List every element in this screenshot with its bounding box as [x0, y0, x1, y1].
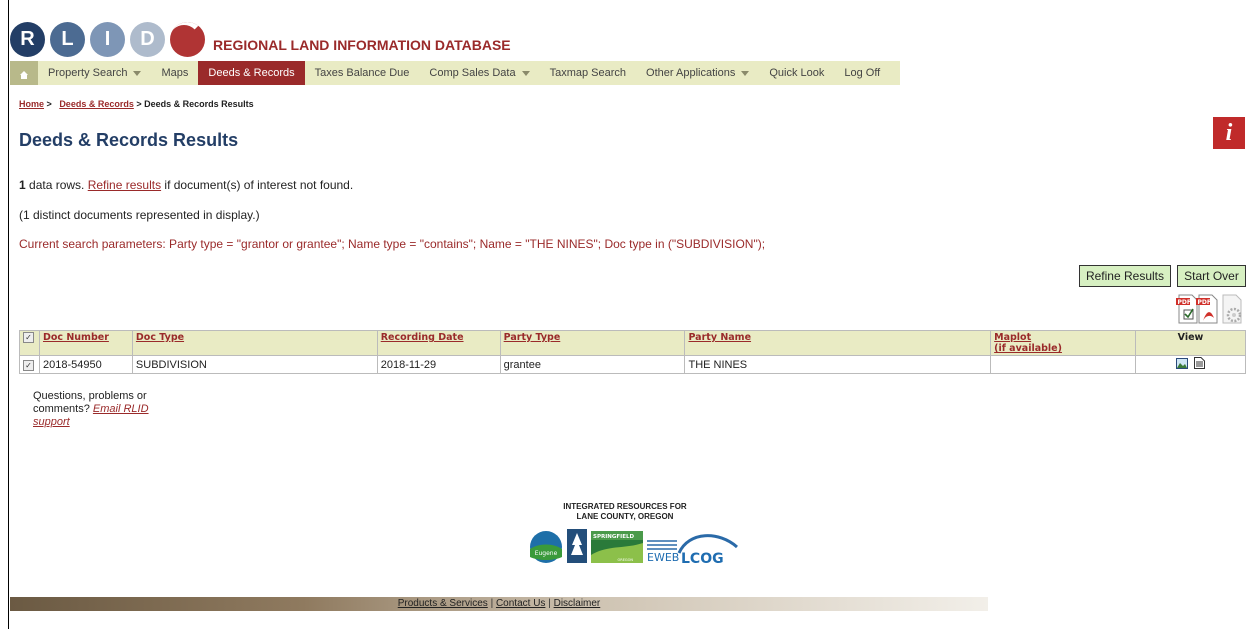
footer-org: INTEGRATED RESOURCES FOR LANE COUNTY, OR… [480, 502, 770, 522]
nav-taxmap-search[interactable]: Taxmap Search [540, 61, 636, 85]
refine-results-button[interactable]: Refine Results [1079, 265, 1171, 287]
nav-maps[interactable]: Maps [151, 61, 198, 85]
rows-summary: 1 data rows. Refine results if document(… [19, 178, 353, 192]
pdf-icon[interactable]: PDF [1196, 294, 1220, 324]
logo-swirl-icon [170, 22, 205, 57]
rows-suffix: if document(s) of interest not found. [161, 178, 354, 192]
main-nav: Property Search Maps Deeds & Records Tax… [10, 61, 900, 85]
nav-other-applications[interactable]: Other Applications [636, 61, 759, 85]
breadcrumb-deeds-link[interactable]: Deeds & Records [59, 99, 134, 109]
info-icon[interactable]: i [1213, 117, 1245, 149]
footer-link-disclaimer[interactable]: Disclaimer [554, 598, 601, 609]
column-header-view: View [1135, 330, 1246, 356]
footer-link-separator: | [548, 598, 551, 609]
refine-results-link[interactable]: Refine results [88, 178, 161, 192]
maplot-label: Maplot [994, 332, 1032, 343]
row-checkbox[interactable]: ✓ [19, 355, 40, 374]
logo-letter-r: R [10, 22, 45, 57]
breadcrumb-home-link[interactable]: Home [19, 99, 44, 109]
svg-text:Eugene: Eugene [535, 550, 558, 557]
column-header-maplot[interactable]: Maplot (if available) [990, 330, 1137, 356]
settings-gear-icon[interactable] [1220, 294, 1244, 324]
cell-maplot [990, 355, 1137, 374]
footer-links: Products & Services | Contact Us | Discl… [10, 597, 988, 611]
nav-label: Property Search [48, 67, 128, 79]
nav-label: Deeds & Records [208, 67, 295, 79]
chevron-down-icon [133, 70, 142, 76]
column-header-doc-number[interactable]: Doc Number [38, 330, 133, 356]
nav-taxes-balance-due[interactable]: Taxes Balance Due [305, 61, 420, 85]
view-document-icon[interactable] [1193, 357, 1205, 372]
cell-party-name: THE NINES [684, 355, 992, 374]
nav-comp-sales-data[interactable]: Comp Sales Data [419, 61, 539, 85]
svg-text:OREGON: OREGON [618, 558, 634, 562]
svg-text:EWEB: EWEB [647, 551, 679, 564]
svg-text:PDF: PDF [1178, 299, 1191, 306]
maplot-sublabel: (if available) [994, 343, 1062, 354]
nav-deeds-records[interactable]: Deeds & Records [198, 61, 305, 85]
column-header-doc-type[interactable]: Doc Type [131, 330, 378, 356]
logo-letter-d: D [130, 22, 165, 57]
partner-logos: Eugene SPRINGFIELD OREGON EWEB LCOG [529, 527, 739, 567]
springfield-logo[interactable]: SPRINGFIELD OREGON [591, 531, 643, 563]
nav-label: Taxmap Search [549, 67, 627, 79]
nav-label: Comp Sales Data [429, 67, 516, 79]
footer-link-products-services[interactable]: Products & Services [398, 598, 488, 609]
column-header-party-type[interactable]: Party Type [499, 330, 686, 356]
nav-property-search[interactable]: Property Search [38, 61, 151, 85]
view-image-icon[interactable] [1176, 357, 1189, 372]
start-over-button[interactable]: Start Over [1177, 265, 1246, 287]
breadcrumb-current: > Deeds & Records Results [136, 99, 254, 109]
cell-doc-number: 2018-54950 [38, 355, 133, 374]
site-title: REGIONAL LAND INFORMATION DATABASE [213, 37, 511, 53]
select-all-checkbox[interactable]: ✓ [19, 330, 40, 356]
svg-text:SPRINGFIELD: SPRINGFIELD [593, 534, 634, 540]
nav-label: Quick Look [769, 67, 825, 79]
column-header-recording-date[interactable]: Recording Date [376, 330, 501, 356]
breadcrumb-separator: > [46, 99, 52, 109]
table-row: ✓ 2018-54950 SUBDIVISION 2018-11-29 gran… [19, 355, 1246, 374]
support-note: Questions, problems or comments? Email R… [33, 390, 183, 429]
nav-label: Maps [161, 67, 189, 79]
cell-recording-date: 2018-11-29 [376, 355, 501, 374]
svg-text:LCOG: LCOG [681, 551, 724, 567]
nav-log-off[interactable]: Log Off [834, 61, 890, 85]
cell-party-type: grantee [499, 355, 686, 374]
distinct-summary: (1 distinct documents represented in dis… [19, 208, 260, 222]
rows-count: 1 [19, 178, 26, 192]
nav-home[interactable] [10, 61, 38, 85]
breadcrumb: Home > Deeds & Records > Deeds & Records… [19, 99, 254, 109]
nav-quick-look[interactable]: Quick Look [759, 61, 834, 85]
site-header: R L I D REGIONAL LAND INFORMATION DATABA… [10, 22, 511, 58]
rows-text: data rows. [25, 178, 88, 192]
logo-letter-l: L [50, 22, 85, 57]
lcog-logo[interactable]: LCOG [677, 534, 738, 567]
search-parameters: Current search parameters: Party type = … [19, 237, 766, 251]
cell-doc-type: SUBDIVISION [131, 355, 378, 374]
page-title: Deeds & Records Results [19, 130, 239, 150]
footer-link-separator: | [490, 598, 494, 609]
svg-text:PDF: PDF [1198, 299, 1211, 306]
chevron-down-icon [741, 70, 750, 76]
table-header-row: ✓ Doc Number Doc Type Recording Date Par… [19, 330, 1246, 356]
eweb-logo[interactable]: EWEB [647, 540, 679, 564]
eugene-logo[interactable]: Eugene [530, 531, 562, 563]
footer-org-line2: LANE COUNTY, OREGON [576, 512, 674, 521]
footer-bar: Products & Services | Contact Us | Discl… [10, 597, 988, 611]
cell-view [1135, 355, 1246, 374]
footer-org-line1: INTEGRATED RESOURCES FOR [563, 502, 687, 511]
logo-letter-i: I [90, 22, 125, 57]
nav-label: Other Applications [646, 67, 736, 79]
lane-county-logo[interactable] [567, 529, 587, 563]
nav-label: Taxes Balance Due [314, 67, 410, 79]
home-icon [20, 71, 28, 79]
column-header-party-name[interactable]: Party Name [684, 330, 992, 356]
chevron-down-icon [521, 70, 530, 76]
footer-link-contact-us[interactable]: Contact Us [496, 598, 545, 609]
nav-label: Log Off [844, 67, 881, 79]
results-table: ✓ Doc Number Doc Type Recording Date Par… [19, 330, 1246, 374]
